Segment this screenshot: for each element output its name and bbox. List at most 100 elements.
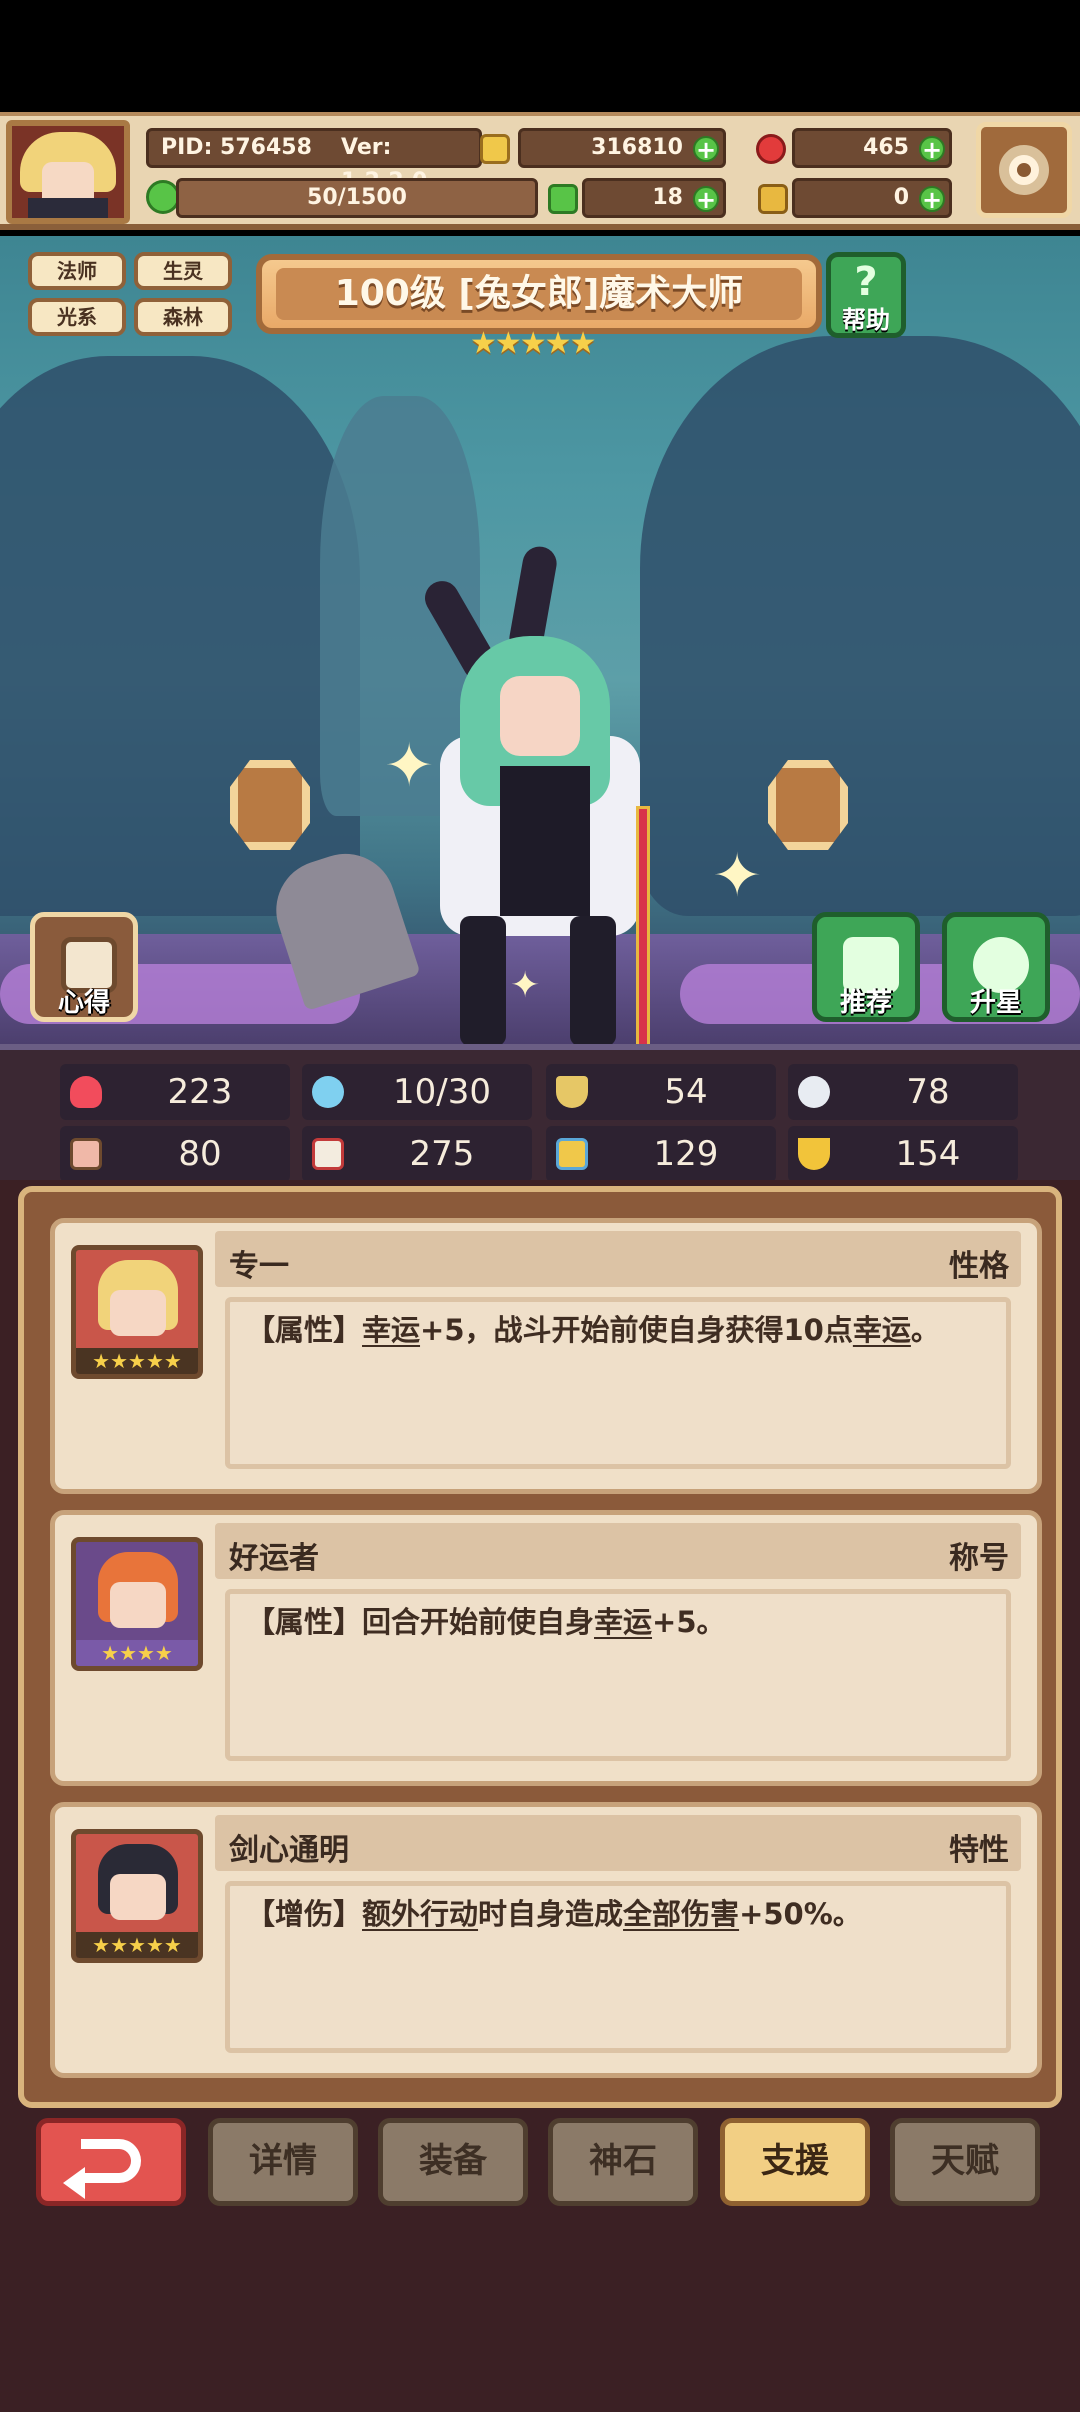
stat-attack: 80: [60, 1126, 290, 1182]
support-description: 【属性】回合开始前使自身幸运+5。: [225, 1589, 1011, 1761]
support-name: 好运者: [229, 1541, 319, 1576]
shield-icon: [556, 1076, 588, 1108]
clover-pill: 18 +: [582, 178, 726, 218]
tree-left: [0, 356, 360, 916]
red-gem-icon: [756, 134, 786, 164]
scroll-icon: [758, 184, 788, 214]
tab-equipment[interactable]: 装备: [378, 2118, 528, 2206]
add-clover-plus-icon[interactable]: +: [693, 186, 719, 213]
spellbook-icon: [312, 1138, 344, 1170]
support-portrait: ★★★★★: [71, 1829, 203, 1963]
support-stars: ★★★★★: [76, 1348, 198, 1374]
clover-icon: [548, 184, 578, 214]
heart-icon: [70, 1076, 102, 1108]
pid-version-pill: PID: 576458 Ver: 1.2.2.0: [146, 128, 482, 194]
tab-talent[interactable]: 天赋: [890, 2118, 1040, 2206]
fist-icon: [70, 1138, 102, 1170]
support-stars: ★★★★★: [76, 1932, 198, 1958]
tab-details[interactable]: 详情: [208, 2118, 358, 2206]
keyword-link[interactable]: 幸运: [362, 1313, 420, 1347]
stat-hp: 223: [60, 1064, 290, 1120]
recommend-label: 推荐: [839, 988, 892, 1018]
settings-button[interactable]: [976, 122, 1072, 218]
gem-amount: 465: [863, 135, 909, 160]
stat-mana: 10/30: [302, 1064, 532, 1120]
sparkle-icon: ✦: [384, 731, 435, 801]
stat-defense: 54: [546, 1064, 776, 1120]
star-up-button[interactable]: 升星: [942, 912, 1050, 1022]
resource-panel: PID: 576458 Ver: 1.2.2.0 316810 + 465 + …: [146, 124, 964, 222]
stat-resist: 129: [546, 1126, 776, 1182]
stats-panel: 223 10/30 54 78 80 275 129 154: [0, 1044, 1080, 1182]
help-button[interactable]: ? 帮助: [826, 252, 906, 338]
water-drop-icon: [312, 1076, 344, 1108]
gold-coin-icon: [480, 134, 510, 164]
keyword-link[interactable]: 全部伤害: [623, 1897, 739, 1931]
hero-title-banner: 100级 [兔女郎]魔术大师: [256, 254, 822, 334]
card-header: 好运者 称号: [215, 1523, 1021, 1579]
card-header: 剑心通明 特性: [215, 1815, 1021, 1871]
wing-icon: [798, 1076, 830, 1108]
add-scroll-plus-icon[interactable]: +: [919, 186, 945, 213]
support-card[interactable]: ★★★★ 好运者 称号 【属性】回合开始前使自身幸运+5。: [50, 1510, 1042, 1786]
tab-godstone[interactable]: 神石: [548, 2118, 698, 2206]
hero-scene: ✦ ✦ ✦ 法师 生灵 光系 森林 100级 [兔女郎]魔术大师 ★★★★★ ?…: [0, 236, 1080, 1044]
tag-element: 光系: [28, 298, 126, 336]
tag-race: 生灵: [134, 252, 232, 290]
hero-title: 100级 [兔女郎]魔术大师: [276, 268, 802, 320]
energy-value: 50/1500: [307, 185, 407, 210]
tab-support[interactable]: 支援: [720, 2118, 870, 2206]
support-type: 特性: [949, 1833, 1009, 1868]
keyword-link[interactable]: 额外行动: [362, 1897, 478, 1931]
gold-pill: 316810 +: [518, 128, 726, 168]
add-gold-plus-icon[interactable]: +: [693, 136, 719, 163]
scroll-pill: 0 +: [792, 178, 952, 218]
support-type: 称号: [949, 1541, 1009, 1576]
tree-right: [640, 336, 1080, 916]
support-type: 性格: [949, 1249, 1009, 1284]
support-stars: ★★★★: [76, 1640, 198, 1666]
gold-amount: 316810: [591, 135, 683, 160]
tag-region: 森林: [134, 298, 232, 336]
insight-button[interactable]: 心得: [30, 912, 138, 1022]
gear-icon: [999, 145, 1049, 195]
back-button[interactable]: [36, 2118, 186, 2206]
gem-pill: 465 +: [792, 128, 952, 168]
boot-icon: [556, 1138, 588, 1170]
empty-slot-right-icon[interactable]: [768, 760, 848, 850]
hero-character-sprite[interactable]: [418, 496, 680, 1044]
horseshoe-icon: [798, 1138, 830, 1170]
back-arrow-icon: [63, 2139, 141, 2199]
empty-slot-left-icon[interactable]: [230, 760, 310, 850]
tag-class: 法师: [28, 252, 126, 290]
keyword-link[interactable]: 幸运: [594, 1605, 652, 1639]
scroll-amount: 0: [893, 185, 909, 210]
support-card[interactable]: ★★★★★ 剑心通明 特性 【增伤】额外行动时自身造成全部伤害+50%。: [50, 1802, 1042, 2078]
status-bar-area: [0, 0, 1080, 112]
support-panel: ★★★★★ 专一 性格 【属性】幸运+5，战斗开始前使自身获得10点幸运。 ★★…: [18, 1186, 1062, 2108]
sparkle-icon: ✦: [712, 841, 763, 911]
support-card[interactable]: ★★★★★ 专一 性格 【属性】幸运+5，战斗开始前使自身获得10点幸运。: [50, 1218, 1042, 1494]
add-gem-plus-icon[interactable]: +: [919, 136, 945, 163]
support-description: 【增伤】额外行动时自身造成全部伤害+50%。: [225, 1881, 1011, 2053]
stat-luck: 154: [788, 1126, 1018, 1182]
support-portrait: ★★★★★: [71, 1245, 203, 1379]
stat-magic: 275: [302, 1126, 532, 1182]
insight-label: 心得: [57, 988, 110, 1018]
player-id: PID: 576458: [161, 135, 312, 160]
stat-speed: 78: [788, 1064, 1018, 1120]
support-name: 剑心通明: [229, 1833, 349, 1868]
support-description: 【属性】幸运+5，战斗开始前使自身获得10点幸运。: [225, 1297, 1011, 1469]
sparkle-icon: ✦: [510, 965, 541, 1006]
keyword-link[interactable]: 幸运: [853, 1313, 911, 1347]
energy-icon: [146, 180, 180, 214]
bottom-nav: 详情 装备 神石 支援 天赋: [0, 2114, 1080, 2214]
card-header: 专一 性格: [215, 1231, 1021, 1287]
star-up-label: 升星: [969, 988, 1022, 1018]
recommend-button[interactable]: 推荐: [812, 912, 920, 1022]
support-name: 专一: [229, 1249, 289, 1284]
energy-bar: 50/1500: [176, 178, 538, 218]
help-label: 帮助: [842, 306, 890, 334]
hero-star-rating: ★★★★★: [470, 326, 596, 361]
player-avatar[interactable]: [6, 120, 130, 224]
